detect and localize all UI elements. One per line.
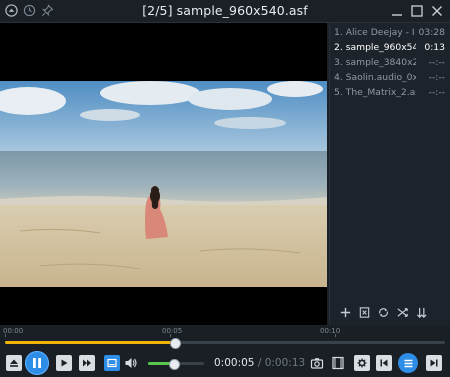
- volume-slider-handle[interactable]: [169, 359, 181, 370]
- window-controls: [390, 4, 444, 18]
- shuffle-icon[interactable]: [395, 305, 409, 319]
- camera-icon: [310, 358, 324, 369]
- playlist-toolbar: [338, 305, 428, 319]
- time-separator: /: [257, 357, 262, 369]
- playlist-item[interactable]: 1. Alice Deejay - I 03:28: [330, 25, 450, 40]
- eject-icon: [10, 359, 18, 367]
- timeline-tick: [5, 334, 6, 337]
- control-bar: 0:00:05 / 0:00:13: [0, 349, 450, 377]
- video-frame: [0, 81, 327, 287]
- remove-icon[interactable]: [357, 305, 371, 319]
- window-title: [2/5] sample_960x540.asf: [142, 3, 308, 18]
- fast-forward-button[interactable]: [79, 355, 95, 371]
- screenshot-button[interactable]: [309, 355, 325, 371]
- volume-button[interactable]: [123, 355, 139, 371]
- timeline-label: 00:00: [3, 327, 24, 335]
- playlist-item[interactable]: 4. Saolin.audio_0x7 --:--: [330, 70, 450, 85]
- timeline[interactable]: 00:00 00:05 00:10: [0, 326, 450, 349]
- playlist-item-duration: --:--: [428, 72, 445, 83]
- pause-icon: [33, 358, 41, 368]
- playlist-item[interactable]: 5. The_Matrix_2.asf --:--: [330, 85, 450, 100]
- skip-forward-icon: [430, 359, 438, 367]
- minimize-icon[interactable]: [390, 4, 404, 18]
- speaker-icon: [125, 358, 137, 368]
- timeline-tick: [170, 334, 171, 337]
- close-icon[interactable]: [430, 4, 444, 18]
- list-icon: [404, 359, 412, 367]
- maximize-icon[interactable]: [410, 4, 424, 18]
- sort-icon[interactable]: [414, 305, 428, 319]
- video-area[interactable]: [0, 23, 327, 325]
- total-time: 0:00:13: [264, 357, 306, 369]
- gear-icon: [357, 358, 367, 368]
- playlist-item-duration: --:--: [428, 57, 445, 68]
- playlist-item[interactable]: 2. sample_960x540 0:13: [330, 40, 450, 55]
- playlist-panel: 1. Alice Deejay - I 03:28 2. sample_960x…: [329, 23, 450, 325]
- playlist-item-duration: --:--: [428, 87, 445, 98]
- video-settings-button[interactable]: [330, 355, 346, 371]
- volume-slider[interactable]: [148, 359, 204, 370]
- timeline-label: 00:10: [320, 327, 341, 335]
- pause-button[interactable]: [25, 351, 49, 375]
- play-icon: [61, 359, 68, 367]
- timeline-tick: [335, 334, 336, 337]
- settings-button[interactable]: [354, 355, 370, 371]
- seek-bar[interactable]: [5, 338, 445, 349]
- time-display: 0:00:05 / 0:00:13: [214, 357, 305, 369]
- fast-forward-icon: [83, 359, 91, 367]
- add-icon[interactable]: [338, 305, 352, 319]
- skip-back-icon: [380, 359, 388, 367]
- playlist-toggle-button[interactable]: [398, 353, 418, 373]
- stop-button[interactable]: [56, 355, 72, 371]
- film-icon: [332, 356, 344, 370]
- playlist-item-duration: 0:13: [424, 42, 445, 53]
- subtitle-button[interactable]: [104, 355, 120, 371]
- next-button[interactable]: [426, 355, 442, 371]
- seek-bar-handle[interactable]: [170, 338, 182, 349]
- previous-button[interactable]: [376, 355, 392, 371]
- screen-icon: [107, 358, 117, 368]
- title-bar: [2/5] sample_960x540.asf: [0, 0, 450, 23]
- repeat-icon[interactable]: [376, 305, 390, 319]
- timeline-label: 00:05: [162, 327, 183, 335]
- playlist-item-duration: 03:28: [418, 27, 445, 38]
- seek-bar-fill: [5, 341, 175, 344]
- eject-button[interactable]: [6, 355, 22, 371]
- current-time: 0:00:05: [214, 357, 255, 369]
- playlist-item[interactable]: 3. sample_3840x21 --:--: [330, 55, 450, 70]
